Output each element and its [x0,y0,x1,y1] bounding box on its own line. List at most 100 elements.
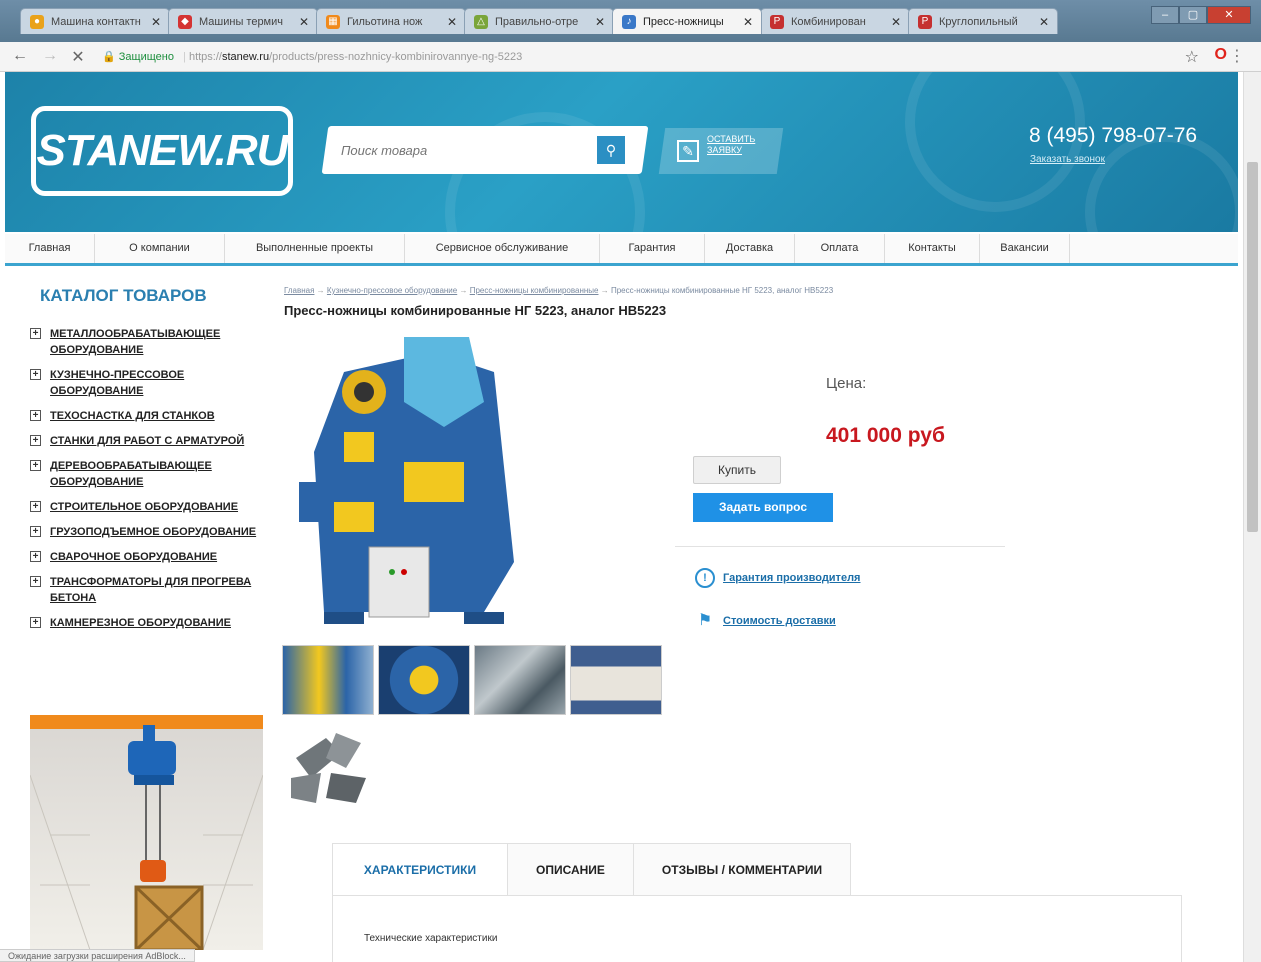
browser-tab-title: Гильотина нож [347,16,423,28]
catalog-item[interactable]: + Сварочное оборудование [30,549,260,565]
close-tab-icon[interactable]: ✕ [1039,9,1049,34]
close-tab-icon[interactable]: ✕ [891,9,901,34]
buy-button[interactable]: Купить [693,456,781,484]
close-tab-icon[interactable]: ✕ [743,9,753,34]
nav-link[interactable]: Вакансии [980,234,1070,263]
nav-link[interactable]: Главная [5,234,95,263]
nav-link[interactable]: Контакты [885,234,980,263]
catalog-item[interactable]: + Станки для работ с арматурой [30,433,260,449]
url-field[interactable]: 🔒 Защищено | https://stanew.ru/products/… [102,47,1191,67]
favicon-icon: P [770,15,784,29]
breadcrumb-item[interactable]: Кузнечно-прессовое оборудование [327,286,457,295]
site-header: STANEW.RU ⚲ ✎ Оставить заявку 8 (495) 79… [5,72,1238,232]
catalog-item[interactable]: + Техоснастка для станков [30,408,260,424]
lock-icon: 🔒 [102,51,116,63]
product-tab[interactable]: ХАРАКТЕРИСТИКИ [332,843,508,895]
callback-link[interactable]: Заказать звонок [1030,154,1105,165]
delivery-icon: ⚑ [697,612,713,629]
minimize-icon[interactable]: – [1151,6,1179,24]
nav-link[interactable]: О компании [95,234,225,263]
product-main-image[interactable] [284,332,534,632]
browser-tab-title: Пресс-ножницы [643,16,724,28]
thumbnail[interactable] [286,728,376,806]
main-navigation: Главная О компании Выполненные проекты Серв… [5,234,1238,266]
promo-banner[interactable] [30,715,263,950]
expand-icon[interactable]: + [30,328,41,339]
breadcrumb-item[interactable]: Пресс-ножницы комбинированные [470,286,599,295]
maximize-icon[interactable]: ▢ [1179,6,1207,24]
favicon-icon: ▦ [326,15,340,29]
search-button[interactable]: ⚲ [597,136,625,164]
expand-icon[interactable]: + [30,551,41,562]
close-window-icon[interactable]: ✕ [1207,6,1251,24]
delivery-cost-link[interactable]: ⚑ Стоимость доставки [695,611,836,631]
window-controls: – ▢ ✕ [1151,6,1251,24]
catalog-item-label: Трансформаторы для прогрева бетона [50,576,252,604]
product-tab[interactable]: ОТЗЫВЫ / КОММЕНТАРИИ [632,843,852,895]
scrollbar-thumb[interactable] [1247,162,1258,532]
expand-icon[interactable]: + [30,617,41,628]
browser-tab[interactable]: ♪ Пресс-ножницы ✕ [612,8,762,34]
catalog-item-label: Камнерезное оборудование [50,617,231,629]
close-tab-icon[interactable]: ✕ [151,9,161,34]
bookmark-star-icon[interactable]: ☆ [1185,47,1199,67]
page-scrollbar[interactable] [1243,72,1261,962]
nav-link[interactable]: Оплата [795,234,885,263]
product-tab[interactable]: ОПИСАНИЕ [507,843,634,895]
nav-link[interactable]: Выполненные проекты [225,234,405,263]
catalog-item-label: Металлообрабатывающее оборудование [50,328,221,356]
page-title: Пресс-ножницы комбинированные НГ 5223, а… [284,303,667,318]
browser-tab[interactable]: P Круглопильный ✕ [908,8,1058,34]
expand-icon[interactable]: + [30,576,41,587]
info-icon: ! [695,568,715,588]
expand-icon[interactable]: + [30,526,41,537]
thumbnail[interactable] [474,645,566,715]
catalog-item[interactable]: + Трансформаторы для прогрева бетона [30,574,260,606]
close-tab-icon[interactable]: ✕ [595,9,605,34]
request-link[interactable]: Оставить заявку [707,134,767,156]
browser-tab[interactable]: △ Правильно-отре ✕ [464,8,614,34]
breadcrumb-item[interactable]: Главная [284,286,314,295]
expand-icon[interactable]: + [30,460,41,471]
expand-icon[interactable]: + [30,410,41,421]
forward-icon[interactable]: → [40,47,60,65]
browser-tab[interactable]: ▦ Гильотина нож ✕ [316,8,466,34]
divider [675,546,1005,547]
favicon-icon: ◆ [178,15,192,29]
delivery-label: Стоимость доставки [723,614,836,627]
expand-icon[interactable]: + [30,501,41,512]
close-tab-icon[interactable]: ✕ [299,9,309,34]
browser-tab-title: Машина контактн [51,16,141,28]
opera-extension-icon[interactable]: O [1215,46,1227,64]
nav-link[interactable]: Доставка [705,234,795,263]
warranty-link[interactable]: ! Гарантия производителя [695,568,860,588]
browser-tab[interactable]: ◆ Машины термич ✕ [168,8,318,34]
search-input[interactable] [341,136,591,164]
site-logo[interactable]: STANEW.RU [31,106,293,196]
thumbnail[interactable] [282,645,374,715]
browser-menu-icon[interactable]: ⋮ [1229,46,1245,66]
browser-tab[interactable]: P Комбинирован ✕ [760,8,910,34]
catalog-item[interactable]: + Деревообрабатывающее оборудование [30,458,260,490]
expand-icon[interactable]: + [30,435,41,446]
catalog-item[interactable]: + Строительное оборудование [30,499,260,515]
catalog-title: КАТАЛОГ ТОВАРОВ [40,286,207,305]
close-tab-icon[interactable]: ✕ [447,9,457,34]
thumbnail[interactable] [378,645,470,715]
catalog-item[interactable]: + Грузоподъемное оборудование [30,524,260,540]
product-tabs: ХАРАКТЕРИСТИКИ ОПИСАНИЕ ОТЗЫВЫ / КОММЕНТАР… [332,843,852,895]
nav-link[interactable]: Гарантия [600,234,705,263]
edit-icon[interactable]: ✎ [677,140,699,162]
browser-tab-title: Круглопильный [939,16,1018,28]
catalog-item[interactable]: + Кузнечно-прессовое оборудование [30,367,260,399]
stop-icon[interactable]: ✕ [68,47,88,67]
catalog-item[interactable]: + Камнерезное оборудование [30,615,260,631]
url-path: /products/press-nozhnicy-kombinirovannye… [269,51,523,63]
expand-icon[interactable]: + [30,369,41,380]
browser-tab[interactable]: ● Машина контактн ✕ [20,8,170,34]
back-icon[interactable]: ← [10,47,30,65]
nav-link[interactable]: Сервисное обслуживание [405,234,600,263]
catalog-item[interactable]: + Металлообрабатывающее оборудование [30,326,260,358]
ask-question-button[interactable]: Задать вопрос [693,493,833,522]
thumbnail[interactable] [570,645,662,715]
